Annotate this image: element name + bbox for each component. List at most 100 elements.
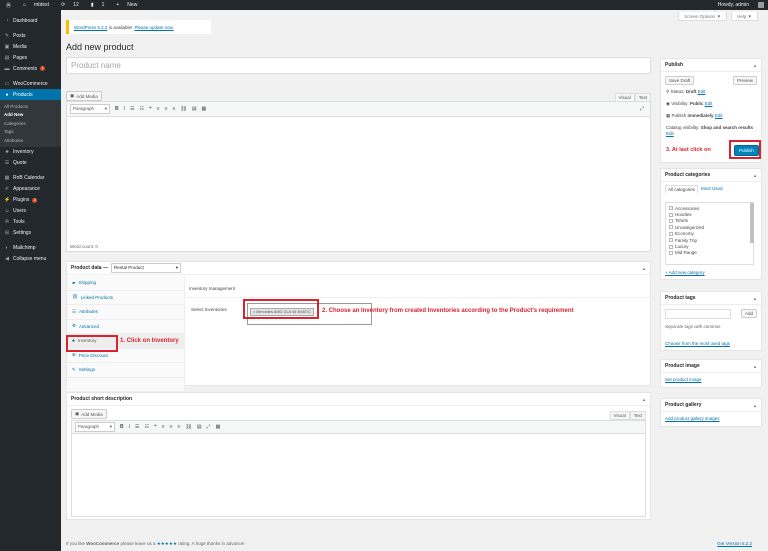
edit-visibility-link[interactable]: Edit xyxy=(705,101,713,106)
submenu-all-products[interactable]: All Products xyxy=(0,102,61,111)
edit-schedule-link[interactable]: Edit xyxy=(715,113,723,118)
menu-comments[interactable]: ▬ Comments 1 xyxy=(0,63,61,74)
wordpress-version-link[interactable]: WordPress 5.2.2 xyxy=(74,25,107,30)
format-select[interactable]: Paragraph ▾ xyxy=(70,104,110,114)
submenu-categories[interactable]: Categories xyxy=(0,119,61,128)
menu-tools[interactable]: ✇ Tools xyxy=(0,217,61,228)
content-editor[interactable]: Paragraph ▾ BI ☰ ☷ ❝ ≡ ≡ ≡ ⛓ ▤ ▦ ⤢ Word count… xyxy=(66,101,651,252)
tab-all-categories[interactable]: All categories xyxy=(665,185,699,193)
category-checkbox[interactable] xyxy=(669,231,673,236)
updates-link[interactable]: ⟳ 12 xyxy=(55,2,79,8)
categories-scrollbar[interactable] xyxy=(750,203,754,243)
align-left-icon[interactable]: ≡ xyxy=(162,424,165,430)
product-tab-shipping[interactable]: ▰ Shipping xyxy=(67,276,184,291)
choose-tags-link[interactable]: Choose from the most used tags xyxy=(665,341,730,346)
menu-inventory[interactable]: ♣ Inventory xyxy=(0,147,61,158)
collapse-arrow-icon[interactable]: ▲ xyxy=(753,364,757,369)
help-button[interactable]: Help ▼ xyxy=(731,12,758,21)
menu-plugins[interactable]: ⚡ Plugins 3 xyxy=(0,195,61,206)
submenu-tags[interactable]: Tags xyxy=(0,128,61,137)
category-checkbox[interactable] xyxy=(669,225,673,230)
save-draft-button[interactable]: Save Draft xyxy=(665,76,695,85)
menu-media[interactable]: ▣ Media xyxy=(0,41,61,52)
align-right-icon[interactable]: ≡ xyxy=(173,106,176,112)
category-checkbox[interactable] xyxy=(669,218,673,223)
menu-mailchimp[interactable]: ◐ Mailchimp xyxy=(0,243,61,254)
bold-icon[interactable]: B xyxy=(115,106,119,112)
link-icon[interactable]: ⛓ xyxy=(185,424,191,430)
italic-icon[interactable]: I xyxy=(124,106,125,112)
submenu-add-new[interactable]: Add New xyxy=(0,111,61,120)
menu-posts[interactable]: ✎ Posts xyxy=(0,30,61,41)
category-item[interactable]: Mid Range xyxy=(669,250,750,256)
product-tab-advanced[interactable]: ⚙ Advanced xyxy=(67,320,184,334)
collapse-arrow-icon[interactable]: ▲ xyxy=(642,266,646,271)
menu-dashboard[interactable]: ◔ Dashboard xyxy=(0,15,61,26)
update-now-link[interactable]: Please update now. xyxy=(134,25,173,30)
collapse-arrow-icon[interactable]: ▲ xyxy=(753,173,757,178)
add-gallery-images-link[interactable]: Add product gallery images xyxy=(665,416,720,421)
bullet-list-icon[interactable]: ☰ xyxy=(135,424,139,430)
short-tab-visual[interactable]: Visual xyxy=(609,411,630,420)
short-description-editor[interactable]: Paragraph ▾ BI ☰ ☷ ❝ ≡ ≡ ≡ ⛓ ▤ ⤢ ▦ xyxy=(71,420,646,517)
category-checkbox[interactable] xyxy=(669,212,673,217)
align-right-icon[interactable]: ≡ xyxy=(178,424,181,430)
product-type-select[interactable]: Rental Product ▾ xyxy=(110,263,181,273)
menu-appearance[interactable]: ✐ Appearance xyxy=(0,184,61,195)
new-content-link[interactable]: + New xyxy=(110,2,137,8)
wordpress-logo-icon[interactable]: Ⓦ xyxy=(6,2,11,9)
quote-icon[interactable]: ❝ xyxy=(154,424,157,430)
collapse-arrow-icon[interactable]: ▲ xyxy=(753,403,757,408)
product-tab-settings[interactable]: ✎ Settings xyxy=(67,363,184,378)
fullscreen-icon[interactable]: ⤢ xyxy=(640,106,644,112)
menu-collapse[interactable]: ◀ Collapse menu xyxy=(0,254,61,265)
product-tab-linked-products[interactable]: ⛓ Linked Products xyxy=(67,291,184,305)
tags-input[interactable] xyxy=(665,309,731,319)
add-tag-button[interactable]: Add xyxy=(740,309,757,318)
menu-products[interactable]: ● Products xyxy=(0,89,61,100)
menu-users[interactable]: ☺ Users xyxy=(0,206,61,217)
fullscreen-icon[interactable]: ⤢ xyxy=(207,424,211,430)
align-left-icon[interactable]: ≡ xyxy=(157,106,160,112)
menu-settings[interactable]: ⊞ Settings xyxy=(0,228,61,239)
more-icon[interactable]: ▤ xyxy=(197,424,202,430)
category-checkbox[interactable] xyxy=(669,206,673,211)
add-media-button[interactable]: ▣ Add Media xyxy=(66,91,102,101)
italic-icon[interactable]: I xyxy=(129,424,130,430)
align-center-icon[interactable]: ≡ xyxy=(170,424,173,430)
product-name-input[interactable]: Product name xyxy=(66,57,651,74)
tab-most-used[interactable]: Most Used xyxy=(698,185,726,193)
category-checkbox[interactable] xyxy=(669,250,673,255)
version-link[interactable]: Get Version 5.2.2 xyxy=(717,541,752,546)
more-icon[interactable]: ▤ xyxy=(192,106,197,112)
menu-rnb-calendar[interactable]: ▦ RnB Calendar xyxy=(0,173,61,184)
short-add-media-button[interactable]: ▣ Add Media xyxy=(71,409,107,419)
menu-quote[interactable]: ☰ Quote xyxy=(0,158,61,169)
site-name-link[interactable]: ⌂ mbtest xyxy=(17,2,49,8)
toolbar-toggle-icon[interactable]: ▦ xyxy=(216,424,221,430)
collapse-arrow-icon[interactable]: ▲ xyxy=(753,296,757,301)
set-product-image-link[interactable]: Set product image xyxy=(665,377,702,382)
numbered-list-icon[interactable]: ☷ xyxy=(140,106,144,112)
edit-status-link[interactable]: Edit xyxy=(698,89,706,94)
align-center-icon[interactable]: ≡ xyxy=(165,106,168,112)
toolbar-toggle-icon[interactable]: ▦ xyxy=(202,106,207,112)
category-checkbox[interactable] xyxy=(669,244,673,249)
menu-pages[interactable]: ▤ Pages xyxy=(0,52,61,63)
short-format-select[interactable]: Paragraph ▾ xyxy=(75,422,115,432)
screen-options-button[interactable]: Screen Options ▼ xyxy=(678,12,728,21)
short-tab-text[interactable]: Text xyxy=(629,411,646,420)
preview-button[interactable]: Preview xyxy=(732,76,757,85)
collapse-arrow-icon[interactable]: ▲ xyxy=(642,397,646,402)
add-new-category-link[interactable]: + Add new category xyxy=(665,270,705,275)
bold-icon[interactable]: B xyxy=(120,424,124,430)
product-tab-attributes[interactable]: ☰ Attributes xyxy=(67,305,184,320)
bullet-list-icon[interactable]: ☰ xyxy=(130,106,134,112)
category-checkbox[interactable] xyxy=(669,238,673,243)
numbered-list-icon[interactable]: ☷ xyxy=(145,424,149,430)
link-icon[interactable]: ⛓ xyxy=(180,106,186,112)
comments-link[interactable]: ▮ 1 xyxy=(85,2,105,8)
account-menu[interactable]: Howdy, admin xyxy=(712,0,764,10)
submenu-attributes[interactable]: Attributes xyxy=(0,136,61,145)
quote-icon[interactable]: ❝ xyxy=(149,106,152,112)
